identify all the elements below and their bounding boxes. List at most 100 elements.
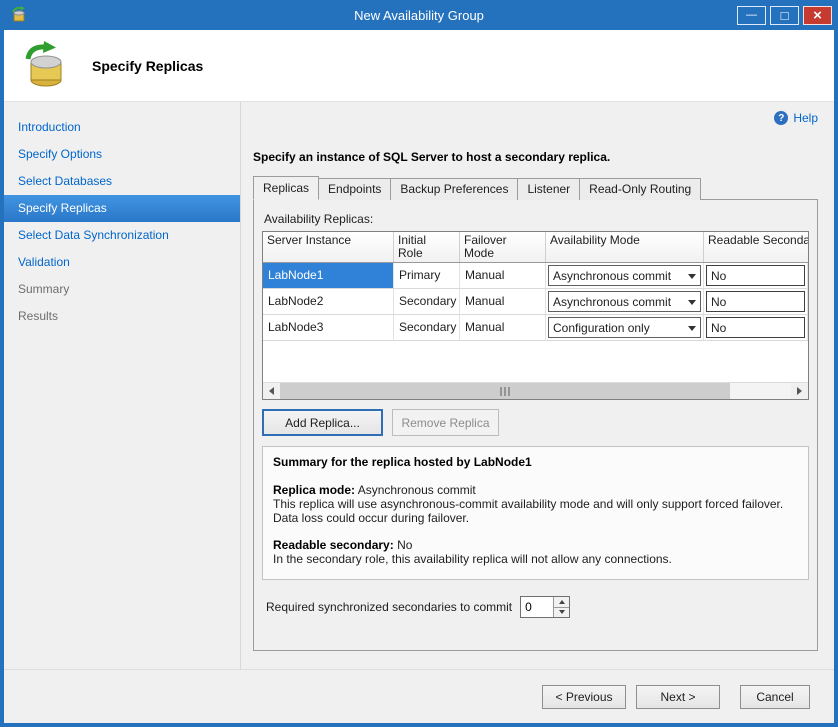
titlebar[interactable]: New Availability Group — □ × [0,0,838,30]
add-replica-button[interactable]: Add Replica... [262,409,383,436]
required-secondaries-label: Required synchronized secondaries to com… [266,600,512,614]
wizard-header: Specify Replicas [4,30,834,102]
readable-secondary-dropdown[interactable]: No [706,291,805,312]
chevron-down-icon [684,272,700,279]
sidebar-item-select-databases[interactable]: Select Databases [4,168,240,195]
readable-secondary-value: No [711,269,726,283]
availability-mode-dropdown[interactable]: Asynchronous commit [548,265,701,286]
sidebar-item-specify-replicas[interactable]: Specify Replicas [4,195,240,222]
horizontal-scrollbar[interactable] [263,382,808,399]
column-header-failover-mode[interactable]: Failover Mode [460,232,546,262]
availability-replicas-grid: Server Instance Initial Role Failover Mo… [262,231,809,400]
maximize-icon: □ [781,9,789,22]
tab-listener[interactable]: Listener [517,178,580,200]
cell-readable-secondary: No [704,263,808,288]
sidebar-item-select-data-synchronization[interactable]: Select Data Synchronization [4,222,240,249]
cell-failover-mode[interactable]: Manual [460,263,546,288]
page-title: Specify Replicas [92,58,203,74]
grid-buttons-row: Add Replica... Remove Replica [262,409,809,436]
sidebar-item-validation[interactable]: Validation [4,249,240,276]
cell-failover-mode[interactable]: Manual [460,315,546,340]
summary-title: Summary for the replica hosted by LabNod… [273,455,798,469]
column-header-availability-mode[interactable]: Availability Mode [546,232,704,262]
window-controls: — □ × [737,6,832,25]
tab-replicas[interactable]: Replicas [253,176,319,200]
help-label: Help [793,111,818,125]
cell-initial-role[interactable]: Secondary [394,315,460,340]
cell-availability-mode: Asynchronous commit [546,289,704,314]
chevron-down-icon [684,324,700,331]
cell-server-instance[interactable]: LabNode3 [263,315,394,340]
tab-read-only-routing[interactable]: Read-Only Routing [579,178,701,200]
replica-mode-description: This replica will use asynchronous-commi… [273,497,798,525]
column-header-initial-role[interactable]: Initial Role [394,232,460,262]
grid-empty-area [263,341,808,382]
column-header-readable-secondary[interactable]: Readable Secondary [704,232,808,262]
tab-strip: Replicas Endpoints Backup Preferences Li… [253,178,818,200]
column-header-server-instance[interactable]: Server Instance [263,232,394,262]
sidebar-item-results: Results [4,303,240,330]
spin-down-button[interactable] [554,608,569,618]
readable-secondary-description: In the secondary role, this availability… [273,552,798,566]
availability-mode-value: Asynchronous commit [553,295,684,309]
required-secondaries-input[interactable] [521,597,553,617]
close-button[interactable]: × [803,6,832,25]
table-row: LabNode2 Secondary Manual Asynchronous c… [263,289,808,315]
cell-readable-secondary: No [704,289,808,314]
scroll-left-button[interactable] [263,383,280,399]
chevron-down-icon [559,610,565,614]
grid-header-row: Server Instance Initial Role Failover Mo… [263,232,808,263]
previous-button[interactable]: < Previous [542,685,626,709]
wizard-steps-sidebar: Introduction Specify Options Select Data… [4,102,241,669]
readable-secondary-value: No [711,295,726,309]
scroll-right-button[interactable] [791,383,808,399]
spin-buttons [553,597,569,617]
readable-secondary-summary-value: No [397,538,412,552]
cancel-button[interactable]: Cancel [740,685,810,709]
availability-mode-dropdown[interactable]: Configuration only [548,317,701,338]
maximize-button[interactable]: □ [770,6,799,25]
required-secondaries-spinner [520,596,570,618]
scrollbar-gripper-icon [500,387,510,396]
scrollbar-track[interactable] [280,383,791,399]
database-replica-icon [20,41,70,91]
help-icon: ? [774,111,788,125]
window-title: New Availability Group [0,8,838,23]
app-icon [10,6,28,24]
table-row: LabNode1 Primary Manual Asynchronous com… [263,263,808,289]
cell-failover-mode[interactable]: Manual [460,289,546,314]
help-link[interactable]: ? Help [774,110,818,126]
cell-initial-role[interactable]: Secondary [394,289,460,314]
scroll-right-icon [797,387,802,395]
sidebar-item-summary: Summary [4,276,240,303]
minimize-icon: — [746,10,757,21]
minimize-button[interactable]: — [737,6,766,25]
scroll-left-icon [269,387,274,395]
readable-secondary-label: Readable secondary: [273,538,394,552]
scrollbar-thumb[interactable] [280,383,730,399]
cell-server-instance[interactable]: LabNode2 [263,289,394,314]
next-button[interactable]: Next > [636,685,720,709]
cell-availability-mode: Configuration only [546,315,704,340]
remove-replica-button: Remove Replica [392,409,499,436]
spin-up-button[interactable] [554,597,569,608]
wizard-footer: < Previous Next > Cancel [4,669,834,723]
replica-mode-value: Asynchronous commit [358,483,476,497]
tab-backup-preferences[interactable]: Backup Preferences [390,178,518,200]
sidebar-item-introduction[interactable]: Introduction [4,114,240,141]
cell-availability-mode: Asynchronous commit [546,263,704,288]
replica-mode-label: Replica mode: [273,483,355,497]
tab-endpoints[interactable]: Endpoints [318,178,391,200]
new-availability-group-window: New Availability Group — □ × Specify Rep… [0,0,838,727]
replicas-tab-panel: Availability Replicas: Server Instance I… [253,199,818,651]
readable-secondary-dropdown[interactable]: No [706,265,805,286]
availability-replicas-label: Availability Replicas: [264,212,809,226]
cell-initial-role[interactable]: Primary [394,263,460,288]
help-row: ? Help [253,110,818,126]
availability-mode-value: Configuration only [553,321,684,335]
sidebar-item-specify-options[interactable]: Specify Options [4,141,240,168]
availability-mode-value: Asynchronous commit [553,269,684,283]
readable-secondary-dropdown[interactable]: No [706,317,805,338]
cell-server-instance[interactable]: LabNode1 [263,263,394,288]
availability-mode-dropdown[interactable]: Asynchronous commit [548,291,701,312]
